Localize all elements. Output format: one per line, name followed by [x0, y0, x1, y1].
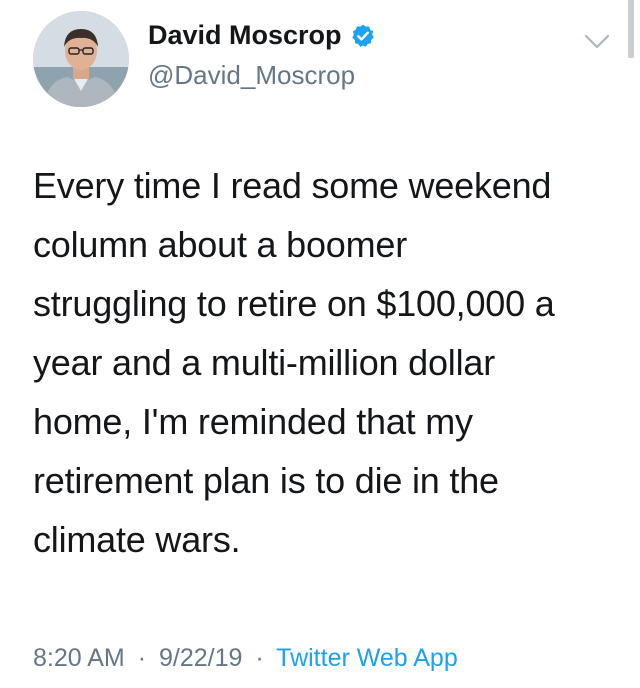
tweet-date[interactable]: 9/22/19 — [159, 644, 242, 672]
verified-badge-icon — [350, 23, 376, 49]
author-display-name[interactable]: David Moscrop — [148, 20, 376, 51]
tweet-meta: 8:20 AM · 9/22/19 · Twitter Web App — [33, 644, 458, 673]
author-handle[interactable]: @David_Moscrop — [148, 60, 355, 91]
tweet-time[interactable]: 8:20 AM — [33, 644, 125, 672]
tweet-source-link[interactable]: Twitter Web App — [276, 644, 458, 672]
tweet-card: David Moscrop @David_Moscrop Every time … — [0, 0, 640, 688]
avatar[interactable] — [33, 11, 129, 107]
meta-separator: · — [255, 644, 264, 672]
tweet-text: Every time I read some weekend column ab… — [33, 165, 555, 560]
chevron-down-icon[interactable] — [584, 33, 610, 51]
display-name-text: David Moscrop — [148, 20, 342, 50]
scrollbar[interactable] — [628, 0, 634, 58]
meta-separator: · — [137, 644, 147, 672]
